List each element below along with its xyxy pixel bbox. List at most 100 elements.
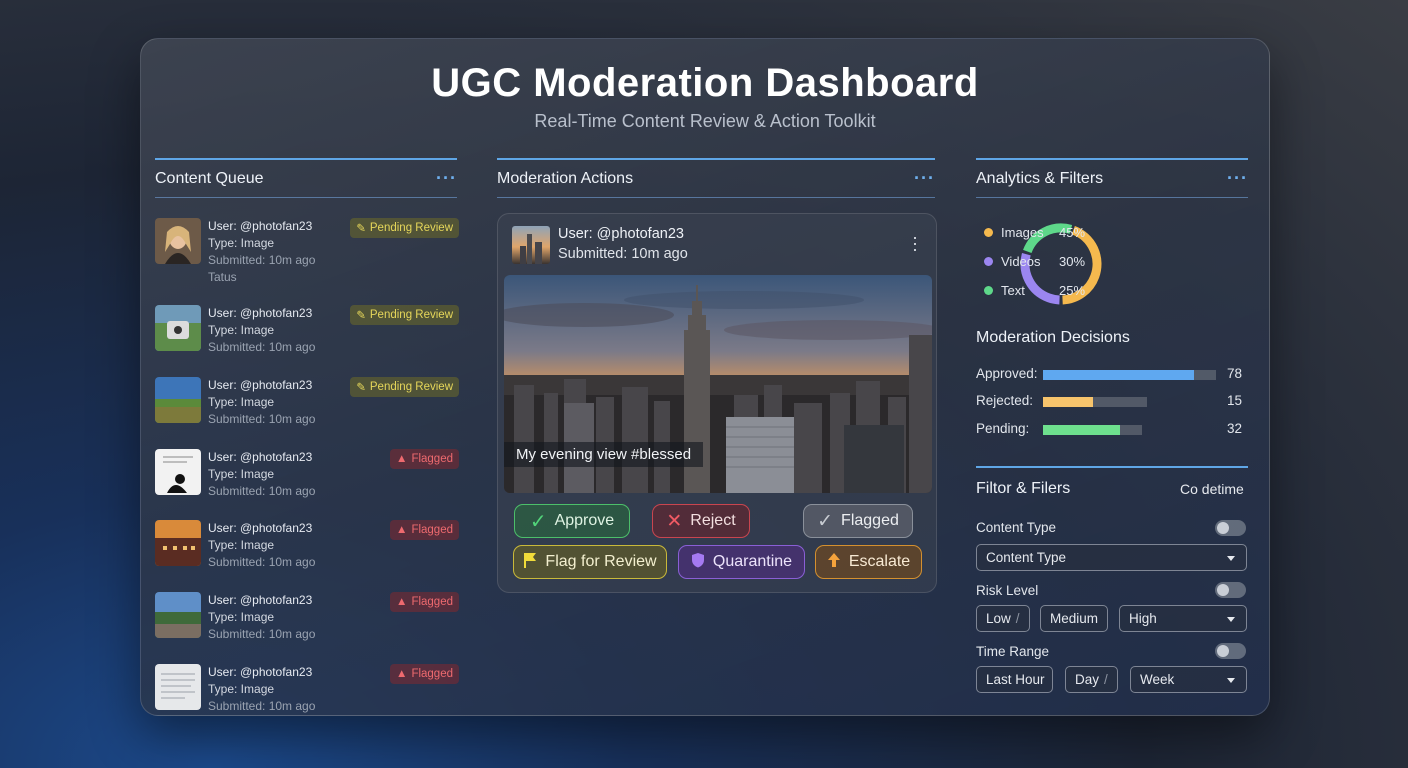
status-badge[interactable]: ▲ Flagged: [390, 520, 459, 540]
quarantine-button[interactable]: Quarantine: [678, 545, 805, 579]
legend-item-text: Text 25%: [984, 283, 1085, 298]
legend-item-videos: Videos 30%: [984, 254, 1085, 269]
queue-item-details: User: @photofan23 Type: Image Submitted: 1…: [208, 449, 315, 500]
queue-item-user: User: @photofan23: [208, 521, 313, 535]
status-badge-label: Flagged: [411, 524, 453, 536]
status-badge-label: Flagged: [411, 453, 453, 465]
status-badge[interactable]: ▲ Flagged: [390, 592, 459, 612]
status-badge-label: Pending Review: [369, 222, 453, 234]
legend-value: 30%: [1059, 254, 1086, 269]
time-range-toggle[interactable]: [1215, 643, 1246, 659]
reject-label: Reject: [690, 512, 736, 529]
queue-item-type: Type: Image: [208, 395, 275, 409]
content-thumbnail[interactable]: [155, 218, 201, 264]
check-icon: ✓: [529, 510, 547, 533]
avatar: [512, 226, 550, 264]
escalate-button[interactable]: Escalate: [815, 545, 922, 579]
decisions-title: Moderation Decisions: [976, 329, 1130, 346]
queue-item[interactable]: User: @photofan23 Type: Image Submitted: 1…: [155, 592, 459, 652]
content-thumbnail[interactable]: [155, 377, 201, 423]
content-thumbnail[interactable]: [155, 305, 201, 351]
queue-item-type: Type: Image: [208, 610, 275, 624]
decision-bar-track: [1043, 397, 1147, 407]
flagged-button[interactable]: ✓ Flagged: [803, 504, 913, 538]
post-user: User: @photofan23: [558, 226, 684, 242]
approve-button[interactable]: ✓ Approve: [514, 504, 630, 538]
risk-low-chip[interactable]: Low /: [976, 605, 1030, 632]
status-badge[interactable]: ✎ Pending Review: [350, 305, 459, 325]
queue-item-user: User: @photofan23: [208, 306, 313, 320]
risk-level-toggle[interactable]: [1215, 582, 1246, 598]
status-badge[interactable]: ▲ Flagged: [390, 664, 459, 684]
close-icon: ✕: [666, 510, 683, 532]
decision-label: Approved:: [976, 366, 1038, 381]
more-horizontal-icon[interactable]: ···: [914, 168, 935, 189]
queue-item-details: User: @photofan23 Type: Image Submitted: 1…: [208, 664, 315, 715]
analytics-title: Analytics & Filters: [976, 169, 1104, 187]
queue-item[interactable]: User: @photofan23 Type: Image Submitted: 1…: [155, 218, 459, 284]
shield-icon: [691, 552, 705, 573]
time-last-hour-chip[interactable]: Last Hour: [976, 666, 1053, 693]
content-thumbnail[interactable]: [155, 449, 201, 495]
post-submitted[interactable]: Submitted: 10m ago: [558, 246, 688, 262]
more-vertical-icon[interactable]: · · ·: [912, 228, 918, 258]
queue-item-submitted: Submitted: 10m ago: [208, 484, 316, 498]
queue-item-details: User: @photofan23 Type: Image Submitted: 1…: [208, 592, 315, 643]
decision-bar-fill: [1043, 370, 1194, 380]
queue-item[interactable]: User: @photofan23 Type: Image Submitted: 1…: [155, 449, 459, 509]
time-week-label: Week: [1140, 672, 1175, 687]
decision-value: 32: [1226, 421, 1242, 436]
queue-item-user: User: @photofan23: [208, 450, 313, 464]
chevron-down-icon: [1227, 678, 1235, 683]
decision-row: Rejected: 15: [976, 393, 1246, 411]
content-type-select[interactable]: Content Type: [976, 544, 1247, 571]
content-type-toggle[interactable]: [1215, 520, 1246, 536]
status-badge[interactable]: ▲ Flagged: [390, 449, 459, 469]
legend-value: 45%: [1059, 225, 1086, 240]
more-horizontal-icon[interactable]: ···: [436, 168, 457, 189]
decision-bar-fill: [1043, 425, 1121, 435]
more-horizontal-icon[interactable]: ···: [1227, 168, 1248, 189]
status-badge[interactable]: ✎ Pending Review: [350, 377, 459, 397]
approve-label: Approve: [554, 512, 615, 529]
legend-dot: [984, 286, 993, 295]
content-type-value: Content Type: [986, 550, 1067, 565]
flag-for-review-button[interactable]: Flag for Review: [513, 545, 667, 579]
queue-item-type: Type: Image: [208, 323, 275, 337]
risk-medium-chip[interactable]: Medium: [1040, 605, 1108, 632]
chevron-down-icon: [1227, 556, 1235, 561]
toggle-knob: [1217, 645, 1229, 657]
queue-item-type: Type: Image: [208, 467, 275, 481]
time-day-chip[interactable]: Day /: [1065, 666, 1118, 693]
flagged-label: Flagged: [841, 512, 899, 529]
filters-title: Filtor & Filers: [976, 480, 1071, 497]
time-week-select[interactable]: Week: [1130, 666, 1247, 693]
queue-item[interactable]: User: @photofan23 Type: Image Submitted: 1…: [155, 305, 459, 365]
check-icon: ✓: [817, 510, 834, 532]
queue-item-submitted: Submitted: 10m ago: [208, 253, 316, 267]
pencil-icon: ✎: [356, 382, 366, 394]
decision-bar-fill: [1043, 397, 1093, 407]
queue-item[interactable]: User: @photofan23 Type: Image Submitted: 1…: [155, 664, 459, 724]
content-thumbnail[interactable]: [155, 592, 201, 638]
legend-label: Text: [1001, 283, 1025, 298]
queue-item[interactable]: User: @photofan23 Type: Image Submitted: 1…: [155, 520, 459, 580]
status-badge[interactable]: ✎ Pending Review: [350, 218, 459, 238]
risk-high-select[interactable]: High: [1119, 605, 1247, 632]
decision-value: 78: [1226, 366, 1242, 381]
reject-button[interactable]: ✕ Reject: [652, 504, 750, 538]
content-thumbnail[interactable]: [155, 520, 201, 566]
post-image: My evening view #blessed: [504, 275, 932, 493]
queue-item-details: User: @photofan23 Type: Image Submitted: 1…: [208, 218, 315, 286]
queue-item-details: User: @photofan23 Type: Image Submitted: 1…: [208, 377, 315, 428]
content-type-label: Content Type: [976, 520, 1057, 535]
post-caption: My evening view #blessed: [504, 442, 704, 467]
time-day-separator: /: [1104, 672, 1108, 687]
queue-item[interactable]: User: @photofan23 Type: Image Submitted: 1…: [155, 377, 459, 437]
queue-item-details: User: @photofan23 Type: Image Submitted: 1…: [208, 520, 315, 571]
status-badge-label: Flagged: [411, 596, 453, 608]
legend-dot: [984, 257, 993, 266]
content-thumbnail[interactable]: [155, 664, 201, 710]
analytics-header: Analytics & Filters ···: [976, 158, 1248, 198]
actions-title: Moderation Actions: [497, 169, 634, 187]
